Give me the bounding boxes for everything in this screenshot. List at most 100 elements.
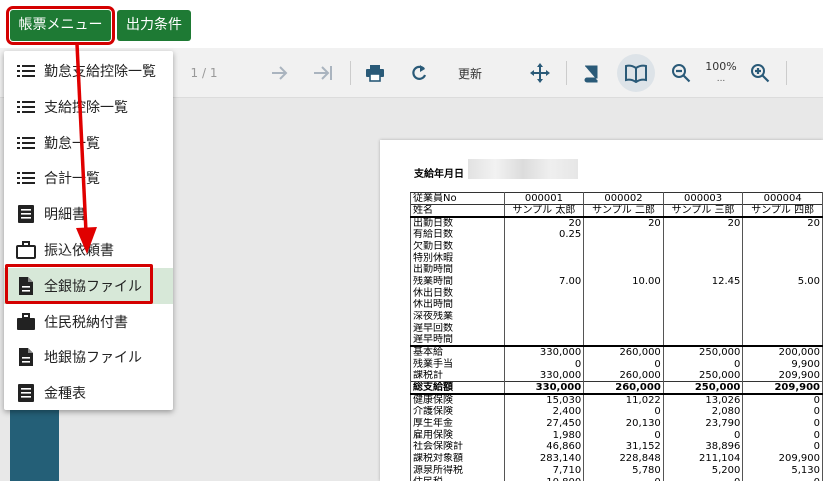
table-row: 深夜残業 bbox=[410, 310, 823, 323]
cell-value: 209,900 bbox=[742, 369, 823, 382]
menu-item-7[interactable]: 全銀協ファイル bbox=[4, 267, 173, 304]
menu-item-label: 振込依頼書 bbox=[44, 243, 114, 259]
list-icon bbox=[16, 168, 36, 188]
cell-value bbox=[742, 229, 823, 241]
cell-value: 15,030 bbox=[503, 393, 585, 407]
cell-value: 10.00 bbox=[583, 275, 664, 288]
table-row: 遅早回数 bbox=[410, 322, 823, 335]
cell-value bbox=[662, 310, 744, 323]
page-indicator: 1 / 1 bbox=[190, 66, 218, 80]
cell-value: 7,710 bbox=[503, 464, 585, 477]
menu-item-9[interactable]: 地銀協ファイル bbox=[4, 339, 173, 375]
cell-value: 11,022 bbox=[583, 393, 664, 407]
pan-button[interactable] bbox=[526, 48, 554, 98]
cell-value: 1,980 bbox=[503, 429, 585, 442]
row-label: 有給日数 bbox=[410, 229, 505, 241]
arrow-right-icon bbox=[272, 66, 288, 80]
zoom-display[interactable]: 100% ... bbox=[702, 48, 740, 98]
cell-value: 23,790 bbox=[662, 417, 744, 430]
cell-value: 20 bbox=[503, 216, 585, 229]
cell-value bbox=[742, 299, 823, 311]
cell-value bbox=[503, 334, 585, 347]
row-label: 総支給額 bbox=[410, 381, 505, 395]
row-label: 従業員No bbox=[410, 192, 505, 205]
cell-value bbox=[583, 310, 664, 323]
cell-value: サンプル 太郎 bbox=[503, 204, 585, 217]
cell-value bbox=[662, 264, 744, 276]
print-button[interactable] bbox=[362, 48, 388, 98]
menu-item-1[interactable]: 勤怠支給控除一覧 bbox=[4, 53, 173, 89]
cell-value: 13,026 bbox=[662, 393, 744, 407]
output-conditions-button[interactable]: 出力条件 bbox=[117, 10, 191, 41]
table-row: 介護保険 2,400 0 2,080 0 bbox=[410, 406, 823, 418]
table-row: 出勤時間 bbox=[410, 264, 823, 276]
cell-value: 283,140 bbox=[503, 452, 585, 465]
cell-value: 0 bbox=[662, 429, 744, 442]
table-row: 特別休暇 bbox=[410, 252, 823, 265]
two-page-button[interactable] bbox=[617, 54, 655, 92]
menu-item-label: 勤怠支給控除一覧 bbox=[44, 64, 156, 80]
cell-value: 0 bbox=[662, 358, 744, 370]
single-page-button[interactable] bbox=[578, 48, 604, 98]
menu-item-5[interactable]: 明細書 bbox=[4, 196, 173, 232]
menu-item-6[interactable]: 振込依頼書 bbox=[4, 232, 173, 268]
cell-value: 0 bbox=[662, 476, 744, 481]
row-label: 残業時間 bbox=[410, 275, 505, 288]
zoom-out-button[interactable] bbox=[668, 48, 694, 98]
cell-value bbox=[583, 264, 664, 276]
menu-item-3[interactable]: 勤怠一覧 bbox=[4, 125, 173, 161]
table-row: 住民税10,800000 bbox=[410, 476, 823, 481]
cell-value: 0 bbox=[583, 406, 664, 418]
top-bar: 帳票メニュー 出力条件 bbox=[0, 0, 823, 48]
cell-value bbox=[503, 264, 585, 276]
row-label: 課税計 bbox=[410, 369, 505, 382]
menu-item-label: 住民税納付書 bbox=[44, 314, 128, 331]
last-page-button[interactable] bbox=[310, 48, 336, 98]
zoom-out-icon bbox=[672, 64, 691, 83]
cell-value: 5,780 bbox=[583, 464, 664, 477]
cell-value: 20 bbox=[583, 216, 664, 229]
cell-value: 330,000 bbox=[503, 345, 585, 359]
report-menu-dropdown: 勤怠支給控除一覧支給控除一覧 勤怠一覧 合計一覧 明細書振込依頼書全銀協ファイル住民税… bbox=[4, 51, 173, 410]
cell-value: 20,130 bbox=[583, 417, 664, 430]
reload-button[interactable] bbox=[406, 48, 432, 98]
payment-date-label: 支給年月日 bbox=[414, 169, 464, 180]
cell-value bbox=[583, 322, 664, 335]
menu-item-10[interactable]: 金種表 bbox=[4, 375, 173, 411]
table-row: 健康保険 15,030 11,022 13,026 0 bbox=[410, 393, 823, 407]
file-document-icon bbox=[16, 347, 36, 367]
cell-value: 0 bbox=[583, 429, 664, 442]
next-page-button[interactable] bbox=[266, 48, 292, 98]
cell-value: 000003 bbox=[662, 192, 744, 205]
cell-value: 200,000 bbox=[742, 345, 823, 359]
menu-item-4[interactable]: 合計一覧 bbox=[4, 160, 173, 196]
cell-value: 5,200 bbox=[662, 464, 744, 477]
cell-value: 20 bbox=[662, 216, 744, 229]
cell-value: 0 bbox=[583, 476, 664, 481]
menu-item-8[interactable]: 住民税納付書 bbox=[4, 304, 173, 340]
zoom-in-button[interactable] bbox=[747, 48, 773, 98]
menu-item-label: 地銀協ファイル bbox=[44, 350, 142, 367]
refresh-label[interactable]: 更新 bbox=[452, 48, 488, 98]
list-icon bbox=[16, 97, 36, 117]
cell-value bbox=[583, 334, 664, 347]
report-menu-button[interactable]: 帳票メニュー bbox=[6, 6, 115, 45]
cell-value: 260,000 bbox=[583, 369, 664, 382]
table-row: 課税対象額 283,140 228,848 211,104 209,900 bbox=[410, 452, 823, 465]
cell-value: 250,000 bbox=[662, 369, 744, 382]
move-icon bbox=[530, 63, 550, 83]
cell-value: 250,000 bbox=[662, 381, 744, 395]
table-row: 社会保険計 46,860 31,152 38,896 0 bbox=[410, 441, 823, 453]
row-label: 源泉所得税 bbox=[410, 464, 505, 477]
cell-value bbox=[503, 322, 585, 335]
table-row: 有給日数 0.25 bbox=[410, 229, 823, 241]
cell-value: 12.45 bbox=[662, 275, 744, 288]
zoom-level: 100% bbox=[705, 60, 737, 73]
cell-value bbox=[503, 287, 585, 300]
blurred-date bbox=[468, 159, 578, 179]
cell-value bbox=[742, 252, 823, 265]
cell-value: 2,400 bbox=[503, 406, 585, 418]
refresh-icon bbox=[412, 65, 427, 80]
menu-item-2[interactable]: 支給控除一覧 bbox=[4, 89, 173, 125]
row-label: 介護保険 bbox=[410, 406, 505, 418]
